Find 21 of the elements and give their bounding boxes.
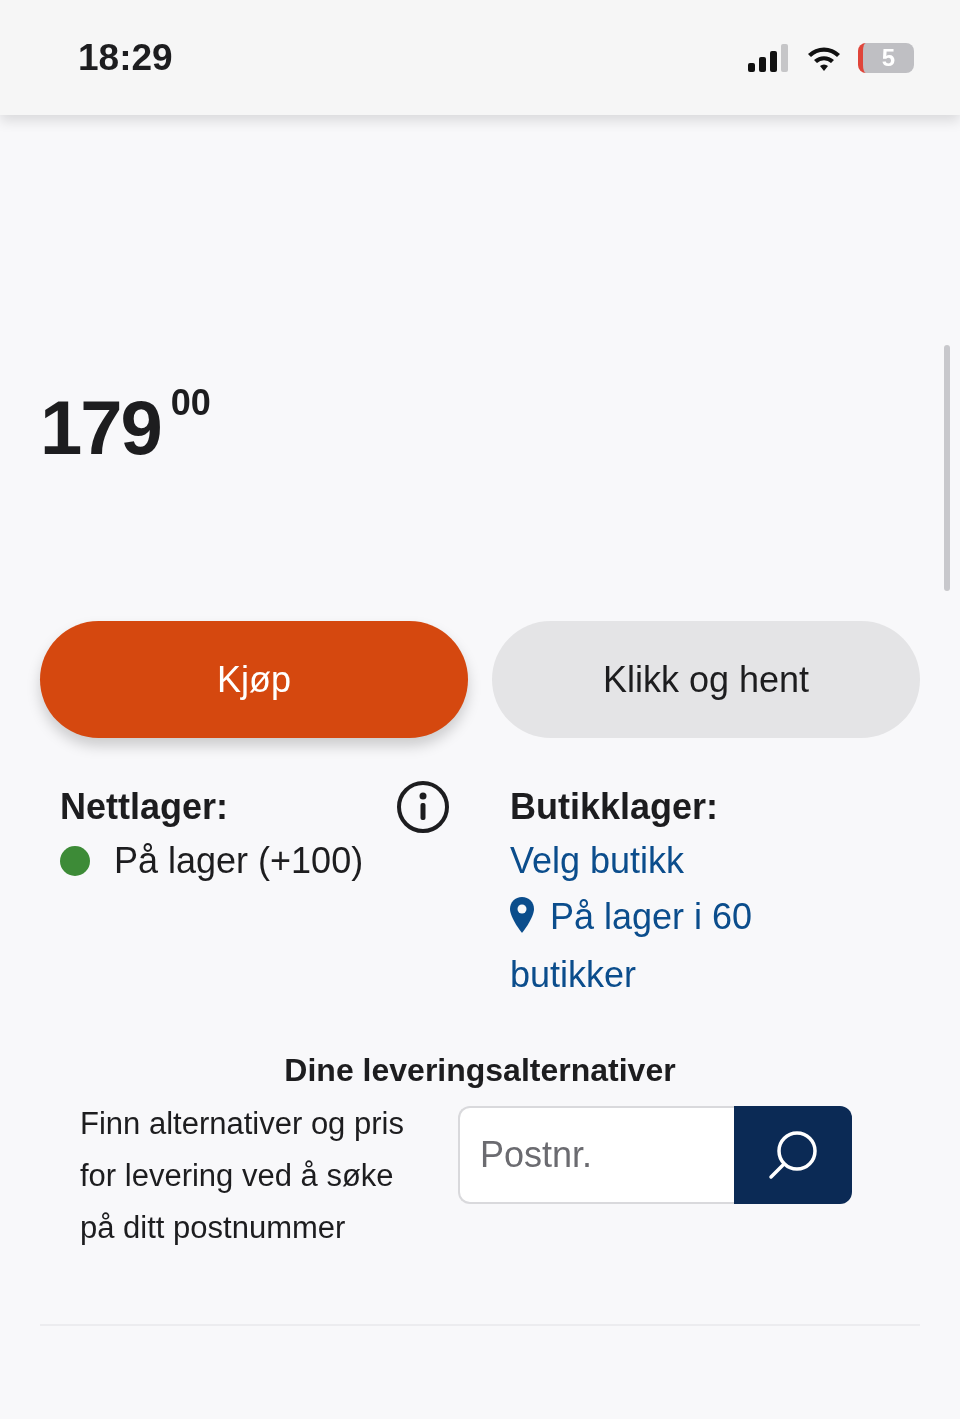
signal-icon bbox=[748, 43, 790, 72]
click-and-collect-button[interactable]: Klikk og hent bbox=[492, 621, 920, 738]
delivery-description: Finn alternativer og pris for levering ved å søke på ditt postnummer bbox=[80, 1105, 405, 1247]
stock-status: På lager (+100) bbox=[114, 839, 364, 883]
buy-button[interactable]: Kjøp bbox=[40, 621, 468, 738]
scrollbar[interactable] bbox=[944, 345, 950, 591]
choose-store-link[interactable]: Velg butikk bbox=[510, 834, 685, 888]
stock-heading: Nettlager: bbox=[60, 785, 230, 829]
price-cents: 00 bbox=[170, 381, 211, 425]
search-button[interactable] bbox=[734, 1106, 852, 1204]
battery-icon: 5 bbox=[858, 42, 914, 73]
info-icon[interactable] bbox=[396, 780, 450, 834]
stock-heading: Butikklager: bbox=[510, 785, 720, 829]
location-pin-icon bbox=[510, 897, 534, 933]
clock-time: 18:29 bbox=[78, 35, 173, 80]
status-dot bbox=[60, 846, 90, 876]
store-availability-link[interactable]: På lager i 60 butikker bbox=[510, 888, 800, 1004]
search-icon bbox=[767, 1129, 819, 1181]
delivery-heading: Dine leveringsalternativer bbox=[284, 1052, 676, 1088]
price: 179 bbox=[40, 390, 161, 466]
postcode-field[interactable]: Postnr. bbox=[458, 1106, 734, 1204]
